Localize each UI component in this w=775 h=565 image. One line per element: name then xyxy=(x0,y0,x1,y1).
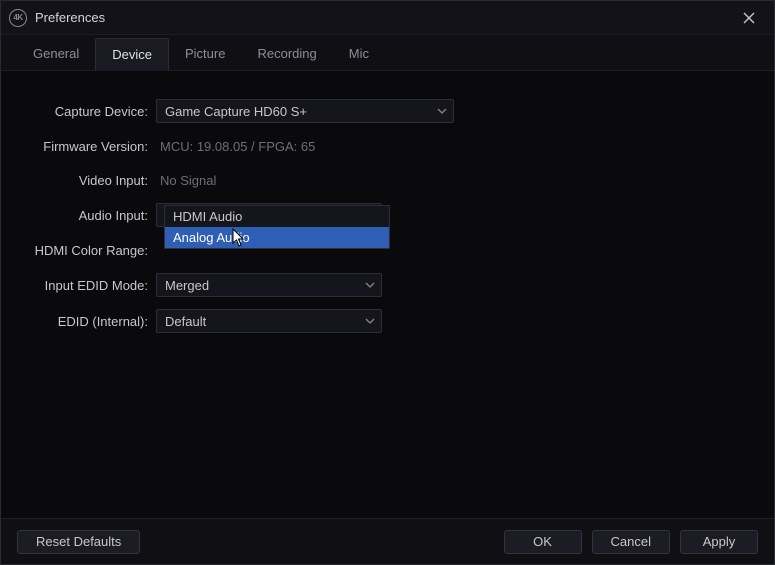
cancel-button[interactable]: Cancel xyxy=(592,530,670,554)
capture-device-select[interactable]: Game Capture HD60 S+ xyxy=(156,99,454,123)
label-edid-internal: EDID (Internal): xyxy=(21,314,156,329)
ok-button[interactable]: OK xyxy=(504,530,582,554)
firmware-version-value: MCU: 19.08.05 / FPGA: 65 xyxy=(156,139,315,154)
label-hdmi-color-range: HDMI Color Range: xyxy=(21,243,156,258)
content-panel: Capture Device: Game Capture HD60 S+ Fir… xyxy=(1,71,774,333)
label-firmware-version: Firmware Version: xyxy=(21,139,156,154)
window-title: Preferences xyxy=(35,10,105,25)
input-edid-mode-value: Merged xyxy=(165,278,209,293)
label-capture-device: Capture Device: xyxy=(21,104,156,119)
footer-bar: Reset Defaults OK Cancel Apply xyxy=(1,518,774,564)
capture-device-value: Game Capture HD60 S+ xyxy=(165,104,307,119)
edid-internal-select[interactable]: Default xyxy=(156,309,382,333)
audio-input-dropdown[interactable]: HDMI Audio Analog Audio xyxy=(164,205,390,249)
audio-input-option-analog[interactable]: Analog Audio xyxy=(165,227,389,248)
title-bar: 4K Preferences xyxy=(1,1,774,35)
app-icon: 4K xyxy=(9,9,27,27)
label-audio-input: Audio Input: xyxy=(21,208,156,223)
chevron-down-icon xyxy=(437,106,447,116)
label-input-edid-mode: Input EDID Mode: xyxy=(21,278,156,293)
chevron-down-icon xyxy=(365,316,375,326)
close-button[interactable] xyxy=(734,3,764,33)
tab-general[interactable]: General xyxy=(17,38,95,70)
apply-button[interactable]: Apply xyxy=(680,530,758,554)
input-edid-mode-select[interactable]: Merged xyxy=(156,273,382,297)
tab-device[interactable]: Device xyxy=(95,38,169,71)
label-video-input: Video Input: xyxy=(21,173,156,188)
video-input-value: No Signal xyxy=(156,173,216,188)
tab-picture[interactable]: Picture xyxy=(169,38,241,70)
edid-internal-value: Default xyxy=(165,314,206,329)
tab-bar: General Device Picture Recording Mic xyxy=(1,35,774,71)
reset-defaults-button[interactable]: Reset Defaults xyxy=(17,530,140,554)
close-icon xyxy=(743,12,755,24)
chevron-down-icon xyxy=(365,280,375,290)
audio-input-option-hdmi[interactable]: HDMI Audio xyxy=(165,206,389,227)
tab-recording[interactable]: Recording xyxy=(241,38,332,70)
tab-mic[interactable]: Mic xyxy=(333,38,385,70)
